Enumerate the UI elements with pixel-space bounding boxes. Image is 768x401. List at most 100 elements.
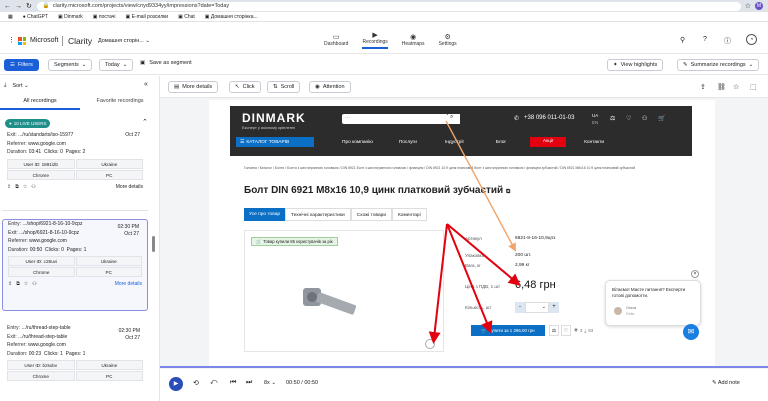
summarize-recordings-button[interactable]: ✎ Summarize recordings ⌄ [677, 59, 760, 71]
country: Ukraine [75, 158, 143, 169]
microsoft-logo [18, 37, 26, 45]
next-icon[interactable]: ⏭ [246, 379, 252, 387]
collapse-sidebar-icon[interactable]: « [144, 81, 148, 88]
attention-overlay-button[interactable]: ◉ Attention [309, 81, 351, 93]
bookmark-item[interactable]: ▣ E-mail розсилки [125, 14, 168, 20]
bookmark-item[interactable]: ▣ постачі [93, 14, 116, 20]
user-id: User ID: c28uvi [8, 256, 75, 267]
recording-meta: User ID: 1891i2b Ukraine Chrome PC [7, 158, 143, 180]
lock-icon: 🔒 [42, 3, 50, 9]
bookmark-item[interactable]: ▣ Dinmark [58, 14, 83, 20]
date-dropdown[interactable]: Today ⌄ [99, 59, 134, 71]
share-icon[interactable]: ⇪ [8, 280, 12, 289]
cursor-icon: ↖ [235, 84, 240, 90]
tab-dashboard[interactable]: ▭ Dashboard [324, 33, 348, 47]
tab-recordings[interactable]: ▶ Recordings [362, 31, 388, 49]
profile-avatar[interactable]: M [755, 2, 763, 10]
bookmark-item[interactable]: ▣ Домашня сторінка... [205, 14, 258, 20]
download-icon[interactable]: ⤓ [4, 82, 6, 89]
sort-row: ⤓ Sort ⌄ [4, 82, 29, 89]
note-icon: ✎ [712, 380, 717, 386]
scroll-overlay-button[interactable]: ⇅ Scroll [267, 81, 301, 93]
segments-dropdown[interactable]: Segments ⌄ [48, 59, 93, 71]
tab-favorite-recordings[interactable]: Favorite recordings [80, 96, 159, 110]
more-details-link[interactable]: More details [115, 280, 142, 289]
dashboard-icon: ▭ [332, 34, 340, 41]
play-icon[interactable]: ▶ [169, 377, 183, 391]
forward-icon[interactable]: → [15, 3, 22, 10]
filters-button[interactable]: ☰ Filters [4, 59, 39, 71]
url-field[interactable]: 🔒 clarity.microsoft.com/projects/view/cn… [36, 1, 741, 11]
user-icon[interactable]: ⚇ [32, 280, 36, 289]
skip-inactivity-icon[interactable]: ⟲ [193, 379, 199, 387]
sort-dropdown[interactable]: Sort ⌄ [12, 83, 28, 89]
tab-all-recordings[interactable]: All recordings [0, 96, 80, 110]
share-icon[interactable]: ⚲ [680, 36, 685, 44]
device: PC [75, 169, 143, 180]
country: Ukraine [75, 256, 142, 267]
tab-heatmaps[interactable]: ◉ Heatmaps [402, 33, 425, 47]
player-toolbar: ▤ More details ↖ Click ⇅ Scroll ◉ Attention … [160, 76, 768, 98]
user-avatar[interactable]: ◔ [746, 34, 757, 45]
recording-card-selected[interactable]: Entry: .../shop/6921-8-16-10-9cpz Exit: … [2, 219, 148, 311]
recording-tabs: All recordings Favorite recordings [0, 96, 159, 110]
recording-date: Oct 27 [125, 132, 140, 138]
star-icon[interactable]: ☆ [745, 2, 751, 10]
settings-icon: ⚙ [444, 34, 451, 41]
speed-selector[interactable]: 8x ⌄ [264, 380, 276, 386]
star-icon[interactable]: ☆ [733, 83, 739, 91]
chevron-down-icon: ⌄ [81, 62, 87, 68]
url-text: clarity.microsoft.com/projects/view/cnyd… [52, 3, 230, 9]
browser-address-bar: ← → ↻ 🔒 clarity.microsoft.com/projects/v… [0, 0, 768, 12]
summarize-icon: ✎ [683, 62, 688, 68]
project-selector[interactable]: Домашня сторін... ⌄ [98, 38, 150, 44]
save-segment-button[interactable]: ▣ Save as segment [140, 60, 192, 66]
browser: Chrome [7, 371, 75, 382]
tab-settings[interactable]: ⚙ Settings [439, 33, 457, 47]
more-details-button[interactable]: ▤ More details [168, 81, 219, 93]
bookmarks-bar: ▦ ● ChatGPT ▣ Dinmark ▣ постачі ▣ E-mail… [0, 12, 768, 22]
add-note-button[interactable]: ✎ Add note [712, 380, 740, 386]
sidebar-scrollbar[interactable] [152, 236, 155, 252]
main-nav: ▭ Dashboard ▶ Recordings ◉ Heatmaps ⚙ Settin… [324, 31, 457, 49]
recorded-website: DINMARK Експерт у якісному кріпленні ···… [209, 100, 715, 368]
live-dot-icon: ● [9, 121, 12, 126]
microsoft-brand: Microsoft [30, 37, 59, 44]
copy-icon[interactable]: ⧉ [16, 280, 20, 289]
browser: Chrome [7, 169, 75, 180]
recordings-icon: ▶ [372, 32, 378, 39]
progress-bar[interactable] [160, 366, 768, 368]
click-overlay-button[interactable]: ↖ Click [229, 81, 261, 93]
recording-card[interactable]: Exit: .../ru/standarts/iso-15977 Referre… [2, 131, 148, 211]
info-icon[interactable]: ⓘ [724, 36, 731, 46]
star-icon[interactable]: ☆ [23, 183, 27, 192]
user-id: User ID: b2sxbv [7, 360, 75, 371]
back-icon[interactable]: ← [4, 3, 11, 10]
user-icon[interactable]: ⚇ [31, 183, 35, 192]
bookmark-item[interactable]: ● ChatGPT [23, 14, 48, 20]
bookmark-item[interactable]: ▣ Chat [178, 14, 195, 20]
chevron-up-icon[interactable]: ⌃ [142, 118, 148, 126]
device: PC [75, 371, 143, 382]
copy-icon[interactable]: ⧉ [15, 183, 19, 192]
recording-player: ▤ More details ↖ Click ⇅ Scroll ◉ Attention … [160, 76, 768, 401]
expand-icon[interactable]: ⬚ [750, 83, 757, 91]
device: PC [75, 267, 142, 278]
share-icon[interactable]: ⇪ [7, 183, 11, 192]
country: Ukraine [75, 360, 143, 371]
rewind-icon[interactable]: ⤺ [210, 379, 217, 387]
browser: Chrome [8, 267, 75, 278]
help-icon[interactable]: ? [703, 36, 707, 43]
recording-card[interactable]: Entry: .../ru/thread-step-table Exit: ..… [2, 324, 148, 401]
share-icon[interactable]: ⇪ [700, 83, 706, 91]
previous-icon[interactable]: ⏮ [230, 379, 236, 387]
recording-timestamp: 02:30 PM Oct 27 [117, 224, 139, 237]
star-icon[interactable]: ☆ [24, 280, 28, 289]
apps-icon[interactable]: ▦ [8, 14, 13, 20]
link-icon[interactable]: ⛓ [717, 83, 726, 91]
view-highlights-button[interactable]: ✦ View highlights [607, 59, 664, 71]
chevron-down-icon: ⌄ [748, 62, 754, 68]
live-users-badge[interactable]: ● 10 LIVE USERS [5, 119, 51, 128]
reload-icon[interactable]: ↻ [26, 2, 32, 10]
more-details-link[interactable]: More details [116, 183, 143, 192]
